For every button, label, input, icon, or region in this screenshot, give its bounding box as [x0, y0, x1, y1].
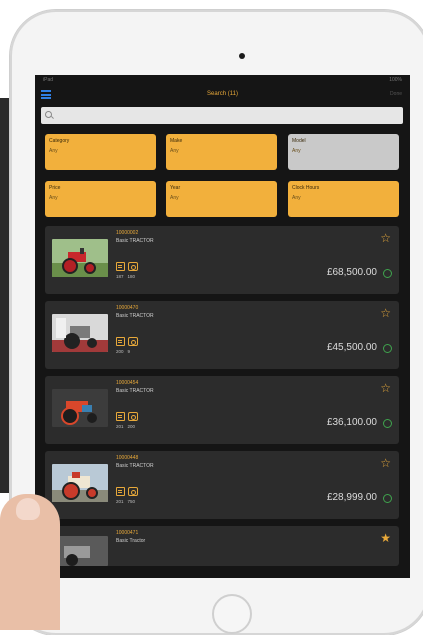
status-battery: 100%: [389, 77, 402, 83]
filter-make[interactable]: Make Any: [166, 134, 277, 170]
status-carrier: iPad: [43, 77, 54, 83]
filter-year[interactable]: Year Any: [166, 181, 277, 217]
listing-card[interactable]: 10000448 Basic TRACTOR 201 750 ☆ £28,999.…: [45, 451, 399, 519]
listing-name: Basic TRACTOR: [116, 463, 154, 469]
filter-price[interactable]: Price Any: [45, 181, 156, 217]
calendar-icon: [116, 262, 125, 271]
listing-price: £36,100.00: [326, 417, 377, 428]
finger: [0, 494, 60, 630]
filter-value: Any: [49, 148, 58, 154]
filter-value: Any: [170, 195, 179, 201]
clock-hours-icon: [128, 337, 138, 346]
listing-year: 201: [116, 499, 124, 504]
tractor-photo: [52, 464, 108, 502]
done-button[interactable]: Done: [390, 91, 402, 97]
listing-stats: 187 180: [116, 274, 135, 279]
lot-number: 10000448: [116, 455, 139, 461]
calendar-icon: [116, 412, 125, 421]
status-circle-icon: [383, 344, 392, 353]
filter-model[interactable]: Model Any: [288, 134, 399, 170]
fingernail: [16, 498, 40, 520]
listing-name: Basic Tractor: [116, 538, 146, 544]
lot-number: 10000454: [116, 380, 139, 386]
star-icon[interactable]: ☆: [380, 382, 391, 394]
search-icon: [45, 111, 52, 118]
listing-stats: 201 200: [116, 424, 135, 429]
filter-label: Model: [292, 138, 306, 144]
tractor-photo: [52, 239, 108, 277]
listing-hours: 180: [127, 274, 136, 279]
filter-clock-hours[interactable]: Clock Hours Any: [288, 181, 399, 217]
listing-card[interactable]: 10000470 Basic TRACTOR 200 9 ☆ £45,500.00: [45, 301, 399, 369]
filter-value: Any: [170, 148, 179, 154]
listing-price: £45,500.00: [326, 342, 377, 353]
star-icon[interactable]: ★: [380, 532, 391, 544]
filter-label: Category: [49, 138, 70, 144]
filter-value: Any: [292, 148, 301, 154]
filter-label: Make: [170, 138, 183, 144]
search-input[interactable]: [41, 107, 403, 124]
listing-year: 200: [116, 349, 124, 354]
camera-icon: [239, 53, 245, 59]
listing-card[interactable]: 10000002 Basic TRACTOR 187 180 ☆ £68,500.…: [45, 226, 399, 294]
star-icon[interactable]: ☆: [380, 457, 391, 469]
filter-label: Year: [170, 185, 181, 191]
listing-year: 187: [116, 274, 124, 279]
page-title: Search (11): [207, 91, 238, 97]
listing-price: £28,999.00: [326, 492, 377, 503]
status-circle-icon: [383, 494, 392, 503]
filter-value: Any: [292, 195, 301, 201]
listing-stats: 201 750: [116, 499, 135, 504]
listing-name: Basic TRACTOR: [116, 313, 154, 319]
app-screen: iPad 100% Search (11) Done Category Any …: [35, 75, 410, 578]
listing-year: 201: [116, 424, 124, 429]
clock-hours-icon: [128, 487, 138, 496]
status-bar: iPad 100%: [35, 75, 410, 85]
filter-value: Any: [49, 195, 58, 201]
lot-number: 10000002: [116, 230, 139, 236]
filter-label: Price: [49, 185, 61, 191]
listing-hours: 750: [127, 499, 136, 504]
listing-card[interactable]: 10000454 Basic TRACTOR 201 200 ☆ £36,100.…: [45, 376, 399, 444]
filter-label: Clock Hours: [292, 185, 320, 191]
listing-hours: 9: [127, 349, 131, 354]
listing-card[interactable]: 10000471 Basic Tractor ★: [45, 526, 399, 566]
calendar-icon: [116, 337, 125, 346]
star-icon[interactable]: ☆: [380, 232, 391, 244]
clock-hours-icon: [128, 412, 138, 421]
tractor-photo: [52, 389, 108, 427]
filter-category[interactable]: Category Any: [45, 134, 156, 170]
listing-name: Basic TRACTOR: [116, 388, 154, 394]
calendar-icon: [116, 487, 125, 496]
nav-bar: Search (11) Done: [35, 85, 410, 107]
status-circle-icon: [383, 419, 392, 428]
lot-number: 10000470: [116, 305, 139, 311]
listing-price: £68,500.00: [326, 267, 377, 278]
listing-name: Basic TRACTOR: [116, 238, 154, 244]
tractor-photo: [52, 314, 108, 352]
star-icon[interactable]: ☆: [380, 307, 391, 319]
status-circle-icon: [383, 269, 392, 278]
listing-stats: 200 9: [116, 349, 130, 354]
tractor-photo: [52, 536, 108, 566]
lot-number: 10000471: [116, 530, 139, 536]
clock-hours-icon: [128, 262, 138, 271]
listing-hours: 200: [127, 424, 136, 429]
home-button[interactable]: [212, 594, 252, 634]
